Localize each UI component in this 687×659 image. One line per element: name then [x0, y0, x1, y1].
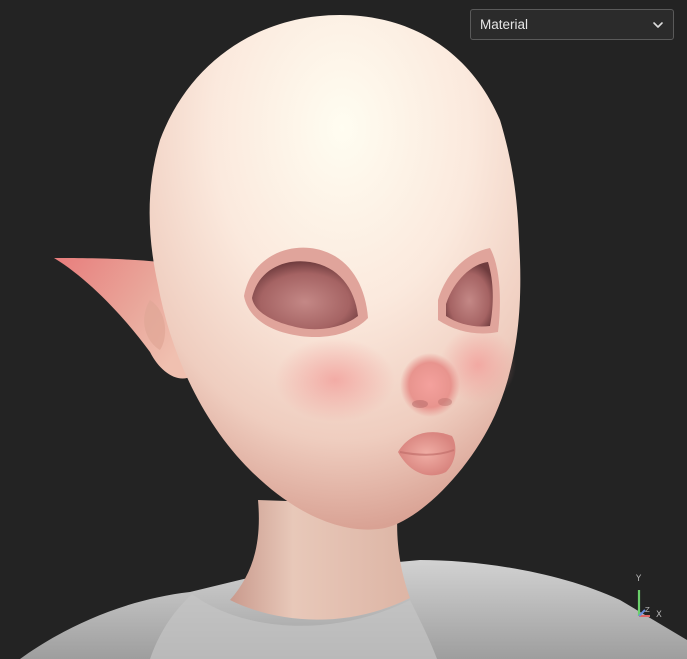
shading-mode-value: Material: [480, 17, 529, 32]
nose-shape: [400, 353, 460, 417]
z-axis-label: Z: [645, 606, 650, 614]
x-axis-label: X: [656, 610, 662, 620]
3d-viewport[interactable]: Material Y Z X: [0, 0, 687, 659]
y-axis-label: Y: [636, 574, 642, 584]
shading-mode-dropdown[interactable]: Material: [470, 9, 674, 40]
3d-model-render[interactable]: [0, 0, 687, 659]
axis-gizmo: Y Z X: [626, 574, 666, 626]
chevron-down-icon: [653, 22, 663, 28]
